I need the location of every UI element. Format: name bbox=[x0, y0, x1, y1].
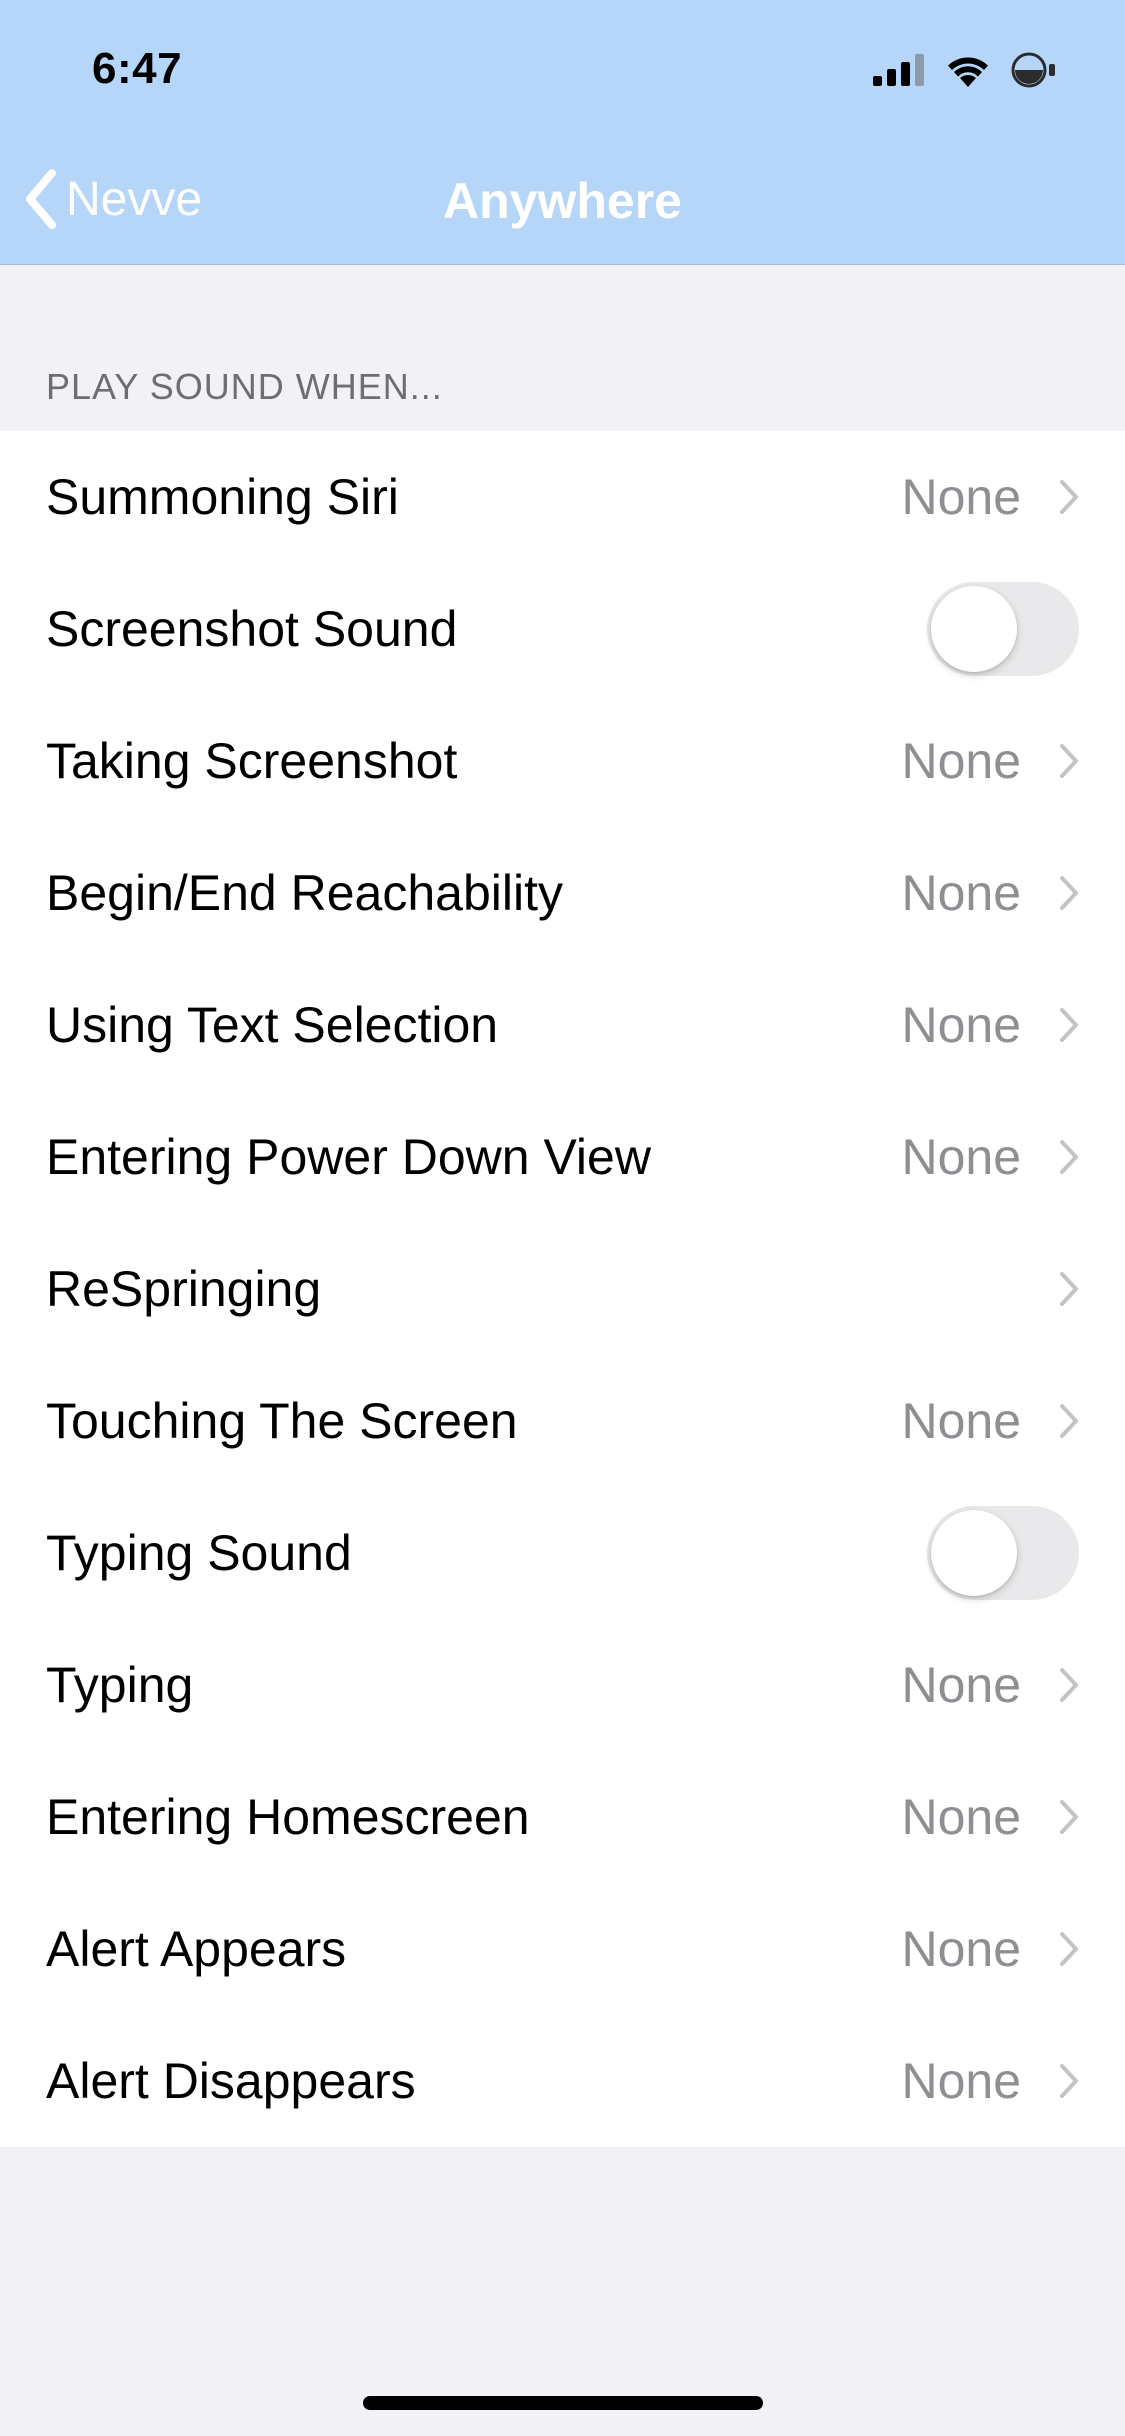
row-begin-end-reachability[interactable]: Begin/End Reachability None bbox=[0, 827, 1125, 959]
toggle-knob bbox=[931, 586, 1017, 672]
row-typing[interactable]: Typing None bbox=[0, 1619, 1125, 1751]
row-label: ReSpringing bbox=[46, 1261, 322, 1317]
row-entering-homescreen[interactable]: Entering Homescreen None bbox=[0, 1751, 1125, 1883]
row-value: None bbox=[901, 733, 1021, 789]
row-label: Entering Homescreen bbox=[46, 1789, 530, 1845]
section-header: PLAY SOUND WHEN... bbox=[46, 366, 443, 407]
row-label: Taking Screenshot bbox=[46, 733, 458, 789]
page-title: Anywhere bbox=[443, 173, 682, 229]
settings-list: Summoning Siri None Screenshot Sound Tak… bbox=[0, 431, 1125, 2147]
screenshot-sound-toggle[interactable] bbox=[927, 582, 1079, 676]
status-bar: 6:47 bbox=[0, 0, 1125, 132]
signal-icon bbox=[873, 54, 924, 86]
wifi-icon bbox=[948, 57, 988, 87]
row-value: None bbox=[901, 1393, 1021, 1449]
chevron-right-icon bbox=[1060, 1272, 1078, 1306]
row-label: Summoning Siri bbox=[46, 469, 399, 525]
row-summoning-siri[interactable]: Summoning Siri None bbox=[0, 431, 1125, 563]
typing-sound-toggle[interactable] bbox=[927, 1506, 1079, 1600]
toggle-knob bbox=[931, 1510, 1017, 1596]
row-label: Alert Appears bbox=[46, 1921, 347, 1977]
row-label: Begin/End Reachability bbox=[46, 865, 563, 921]
row-touching-the-screen[interactable]: Touching The Screen None bbox=[0, 1355, 1125, 1487]
chevron-right-icon bbox=[1060, 1800, 1078, 1834]
chevron-right-icon bbox=[1060, 2064, 1078, 2098]
row-value: None bbox=[901, 469, 1021, 525]
row-entering-power-down-view[interactable]: Entering Power Down View None bbox=[0, 1091, 1125, 1223]
chevron-right-icon bbox=[1060, 1140, 1078, 1174]
row-value: None bbox=[901, 2053, 1021, 2109]
chevron-right-icon bbox=[1060, 480, 1078, 514]
chevron-right-icon bbox=[1060, 1008, 1078, 1042]
row-typing-sound: Typing Sound bbox=[0, 1487, 1125, 1619]
status-time: 6:47 bbox=[92, 44, 183, 93]
chevron-right-icon bbox=[1060, 1932, 1078, 1966]
row-respringing[interactable]: ReSpringing bbox=[0, 1223, 1125, 1355]
row-value: None bbox=[901, 1129, 1021, 1185]
chevron-right-icon bbox=[1060, 1668, 1078, 1702]
chevron-right-icon bbox=[1060, 1404, 1078, 1438]
row-label: Using Text Selection bbox=[46, 997, 499, 1053]
row-value: None bbox=[901, 997, 1021, 1053]
row-label: Typing Sound bbox=[46, 1525, 352, 1581]
home-indicator[interactable] bbox=[363, 2396, 763, 2410]
navigation-header: 6:47 Nevve Anywhere bbox=[0, 0, 1125, 265]
row-value: None bbox=[901, 865, 1021, 921]
row-label: Typing bbox=[46, 1657, 194, 1713]
row-label: Entering Power Down View bbox=[46, 1129, 651, 1185]
chevron-right-icon bbox=[1060, 876, 1078, 910]
row-label: Alert Disappears bbox=[46, 2053, 416, 2109]
status-icons bbox=[873, 48, 1061, 92]
chevron-right-icon bbox=[1060, 744, 1078, 778]
row-label: Screenshot Sound bbox=[46, 601, 458, 657]
row-value: None bbox=[901, 1657, 1021, 1713]
row-value: None bbox=[901, 1921, 1021, 1977]
nav-bar: Nevve Anywhere bbox=[0, 132, 1125, 265]
row-screenshot-sound: Screenshot Sound bbox=[0, 563, 1125, 695]
battery-icon bbox=[1011, 52, 1055, 88]
row-alert-disappears[interactable]: Alert Disappears None bbox=[0, 2015, 1125, 2147]
row-alert-appears[interactable]: Alert Appears None bbox=[0, 1883, 1125, 2015]
row-using-text-selection[interactable]: Using Text Selection None bbox=[0, 959, 1125, 1091]
row-taking-screenshot[interactable]: Taking Screenshot None bbox=[0, 695, 1125, 827]
row-value: None bbox=[901, 1789, 1021, 1845]
row-label: Touching The Screen bbox=[46, 1393, 518, 1449]
